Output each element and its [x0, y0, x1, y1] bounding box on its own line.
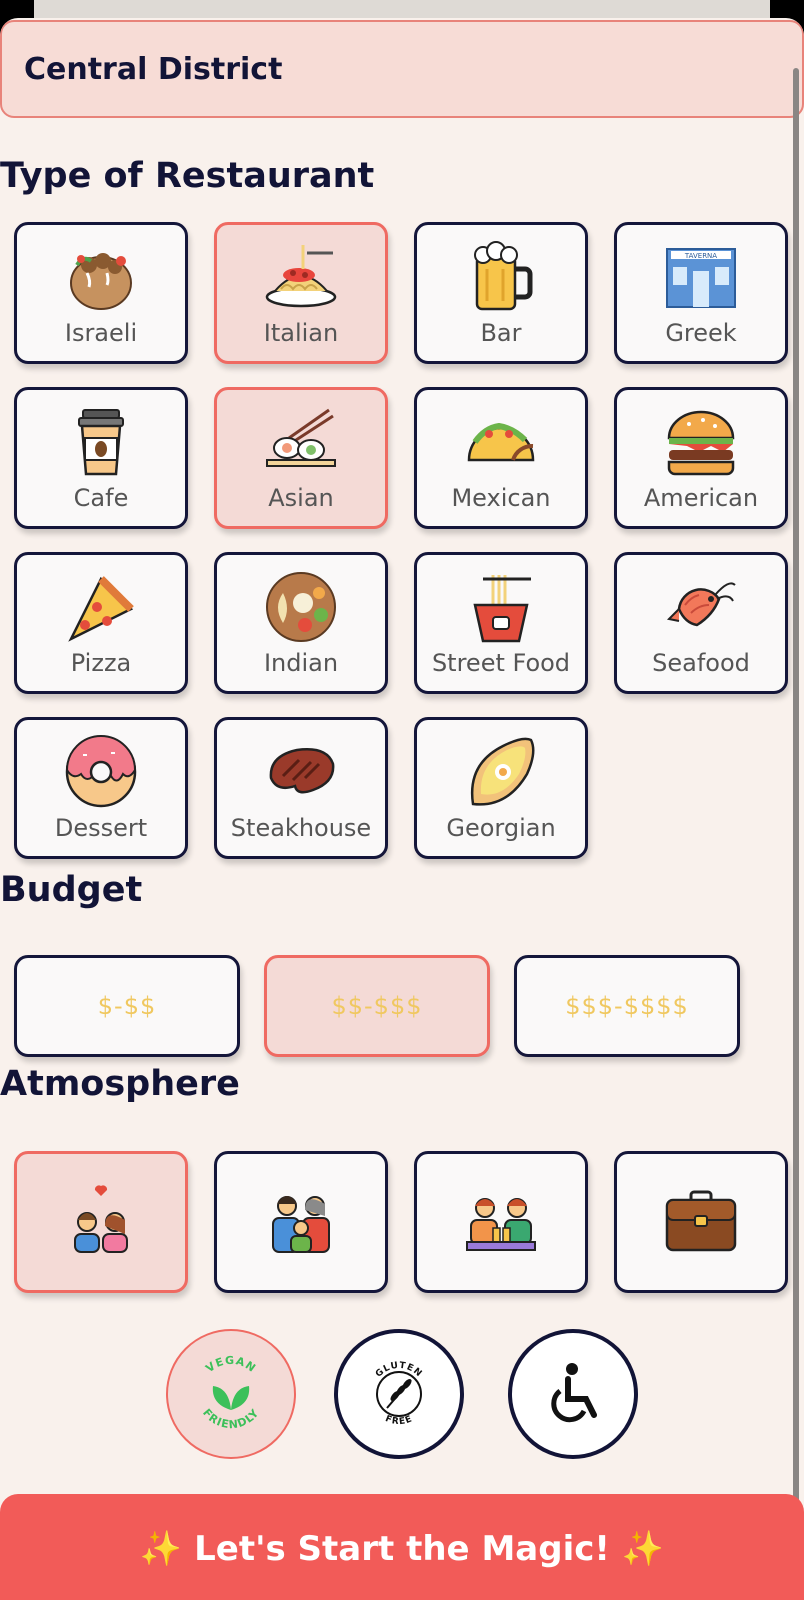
cuisine-label: Seafood: [652, 649, 750, 677]
filter-page[interactable]: Central District Type of Restaurant Isra…: [0, 18, 804, 1600]
cuisine-label: Israeli: [64, 319, 138, 347]
cuisine-label: Cafe: [73, 484, 129, 512]
atmosphere-option-business[interactable]: [614, 1151, 788, 1293]
gluten-free-icon: GLUTEN FREE: [374, 1361, 424, 1427]
taco-icon: [461, 402, 541, 482]
friends-drinks-icon: [463, 1182, 539, 1262]
cuisine-label: Asian: [268, 484, 334, 512]
sushi-chopsticks-icon: [261, 402, 341, 482]
cuisine-option-dessert[interactable]: Dessert: [14, 717, 188, 859]
vegan-friendly-toggle[interactable]: VEGAN FRIENDLY: [166, 1329, 296, 1459]
cuisine-option-greek[interactable]: TAVERNA Greek: [614, 222, 788, 364]
cuisine-label: Italian: [263, 319, 339, 347]
budget-option-high[interactable]: $$$-$$$$: [514, 955, 740, 1057]
steak-icon: [261, 732, 341, 812]
donut-icon: [61, 732, 141, 812]
cuisine-option-italian[interactable]: Italian: [214, 222, 388, 364]
shrimp-icon: [661, 567, 741, 647]
cuisine-label: Georgian: [446, 814, 556, 842]
budget-option-low[interactable]: $-$$: [14, 955, 240, 1057]
couple-heart-icon: [63, 1182, 139, 1262]
wheelchair-icon: [551, 1363, 597, 1423]
cuisine-label: American: [643, 484, 759, 512]
start-magic-button[interactable]: ✨ Let's Start the Magic! ✨: [0, 1494, 804, 1600]
vegan-leaf-icon: VEGAN FRIENDLY: [200, 1354, 262, 1431]
curry-plate-icon: [261, 567, 341, 647]
cuisine-label: Pizza: [70, 649, 132, 677]
scrollbar[interactable]: [793, 68, 799, 1568]
district-selector[interactable]: Central District: [0, 20, 804, 118]
cuisine-label: Bar: [480, 319, 522, 347]
start-magic-label: Let's Start the Magic!: [194, 1529, 610, 1569]
svg-text:VEGAN: VEGAN: [203, 1354, 258, 1375]
district-label: Central District: [24, 51, 283, 87]
cuisine-option-seafood[interactable]: Seafood: [614, 552, 788, 694]
svg-text:FRIENDLY: FRIENDLY: [200, 1406, 262, 1431]
cuisine-label: Dessert: [54, 814, 148, 842]
cuisine-option-israeli[interactable]: Israeli: [14, 222, 188, 364]
beer-mug-icon: [461, 237, 541, 317]
cuisine-option-mexican[interactable]: Mexican: [414, 387, 588, 529]
cuisine-label: Street Food: [431, 649, 571, 677]
cuisine-option-street-food[interactable]: Street Food: [414, 552, 588, 694]
svg-text:GLUTEN: GLUTEN: [374, 1361, 424, 1380]
friendly-label: FRIENDLY: [200, 1406, 261, 1431]
atmosphere-option-friends[interactable]: [414, 1151, 588, 1293]
noodle-box-icon: [461, 567, 541, 647]
sparkle-icon: ✨: [139, 1529, 183, 1569]
family-icon: [263, 1182, 339, 1262]
spaghetti-icon: [261, 237, 341, 317]
cuisine-option-pizza[interactable]: Pizza: [14, 552, 188, 694]
vegan-label: VEGAN: [203, 1354, 257, 1375]
cuisine-option-steakhouse[interactable]: Steakhouse: [214, 717, 388, 859]
cuisine-option-american[interactable]: American: [614, 387, 788, 529]
cuisine-label: Steakhouse: [230, 814, 372, 842]
cuisine-option-indian[interactable]: Indian: [214, 552, 388, 694]
wheelchair-accessible-toggle[interactable]: [508, 1329, 638, 1459]
taverna-icon: TAVERNA: [661, 237, 741, 317]
cuisine-option-georgian[interactable]: Georgian: [414, 717, 588, 859]
gluten-label: GLUTEN: [374, 1361, 423, 1380]
section-title-budget: Budget: [0, 870, 143, 910]
falafel-pita-icon: [61, 237, 141, 317]
cuisine-label: Greek: [665, 319, 737, 347]
sparkle-icon: ✨: [621, 1529, 665, 1569]
atmosphere-option-family[interactable]: [214, 1151, 388, 1293]
cuisine-option-cafe[interactable]: Cafe: [14, 387, 188, 529]
section-title-restaurant-type: Type of Restaurant: [0, 156, 375, 196]
khachapuri-icon: [461, 732, 541, 812]
svg-text:TAVERNA: TAVERNA: [684, 252, 717, 260]
burger-icon: [661, 402, 741, 482]
coffee-cup-icon: [61, 402, 141, 482]
cuisine-option-asian[interactable]: Asian: [214, 387, 388, 529]
cuisine-label: Mexican: [451, 484, 551, 512]
gluten-free-toggle[interactable]: GLUTEN FREE: [334, 1329, 464, 1459]
section-title-atmosphere: Atmosphere: [0, 1064, 240, 1104]
pizza-slice-icon: [61, 567, 141, 647]
budget-option-mid[interactable]: $$-$$$: [264, 955, 490, 1057]
briefcase-icon: [663, 1182, 739, 1262]
cuisine-label: Indian: [263, 649, 339, 677]
atmosphere-option-romantic[interactable]: [14, 1151, 188, 1293]
cuisine-option-bar[interactable]: Bar: [414, 222, 588, 364]
